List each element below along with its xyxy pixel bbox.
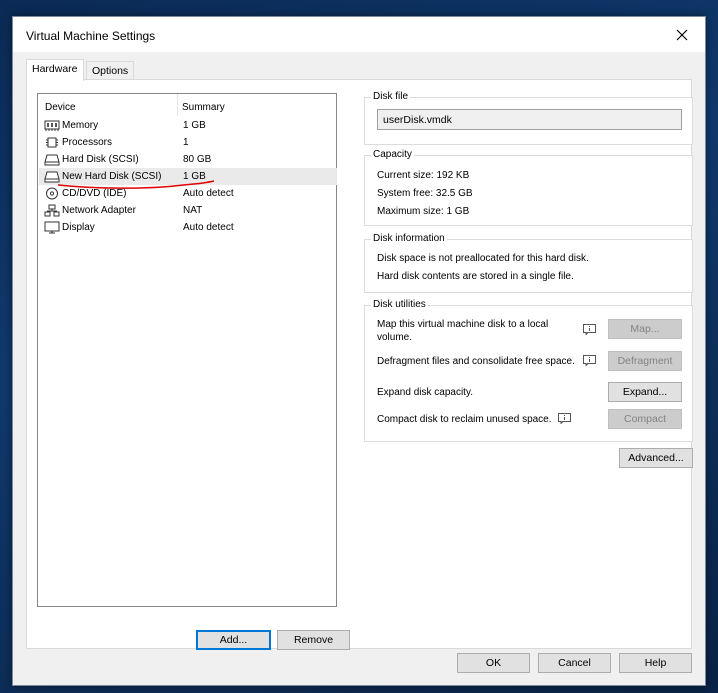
- maximum-size: Maximum size: 1 GB: [377, 206, 470, 217]
- device-list[interactable]: Device Summary Memory 1 GB Processors 1 …: [37, 93, 337, 607]
- hardware-panel: Device Summary Memory 1 GB Processors 1 …: [26, 79, 693, 650]
- capacity-legend: Capacity: [371, 149, 414, 160]
- cancel-button[interactable]: Cancel: [538, 653, 611, 673]
- defragment-description: Defragment files and consolidate free sp…: [377, 356, 575, 367]
- device-name: Display: [62, 222, 95, 233]
- column-device[interactable]: Device: [45, 102, 76, 113]
- remove-button[interactable]: Remove: [277, 630, 350, 650]
- advanced-button[interactable]: Advanced...: [619, 448, 693, 468]
- hard-disk-icon: [44, 154, 60, 166]
- map-description-line-2: volume.: [377, 332, 413, 343]
- ok-button[interactable]: OK: [457, 653, 530, 673]
- device-row-display[interactable]: Display Auto detect: [39, 219, 337, 236]
- compact-button[interactable]: Compact: [608, 409, 682, 429]
- display-icon: [44, 221, 60, 234]
- device-list-header: Device Summary: [38, 94, 336, 116]
- device-name: Hard Disk (SCSI): [62, 154, 139, 165]
- column-summary[interactable]: Summary: [182, 102, 225, 113]
- capacity-group: Capacity Current size: 192 KB System fre…: [364, 149, 693, 226]
- disk-file-group: Disk file userDisk.vmdk: [364, 91, 693, 145]
- info-icon[interactable]: [583, 355, 596, 366]
- device-summary: NAT: [183, 205, 203, 216]
- device-name: Network Adapter: [62, 205, 136, 216]
- expand-description: Expand disk capacity.: [377, 387, 473, 398]
- system-free: System free: 32.5 GB: [377, 188, 473, 199]
- disk-information-legend: Disk information: [371, 233, 447, 244]
- column-separator: [177, 94, 178, 116]
- network-adapter-icon: [44, 204, 60, 217]
- disk-information-group: Disk information Disk space is not preal…: [364, 233, 693, 293]
- map-description-line-1: Map this virtual machine disk to a local: [377, 319, 549, 330]
- disk-info-line-1: Disk space is not preallocated for this …: [377, 253, 589, 264]
- compact-description: Compact disk to reclaim unused space.: [377, 414, 552, 425]
- device-summary: 1 GB: [183, 120, 206, 131]
- current-size: Current size: 192 KB: [377, 170, 470, 181]
- device-row-processors[interactable]: Processors 1: [39, 134, 337, 151]
- close-icon[interactable]: [659, 17, 705, 52]
- device-name: Processors: [62, 137, 113, 148]
- device-name: Memory: [62, 120, 99, 131]
- vm-settings-dialog: Virtual Machine Settings Hardware Option…: [12, 16, 706, 686]
- device-summary: Auto detect: [183, 222, 234, 233]
- help-button[interactable]: Help: [619, 653, 692, 673]
- expand-button[interactable]: Expand...: [608, 382, 682, 402]
- processor-icon: [46, 137, 58, 148]
- red-underline-annotation: [57, 180, 215, 189]
- device-summary: 1: [183, 137, 189, 148]
- device-summary: 80 GB: [183, 154, 212, 165]
- memory-icon: [44, 120, 60, 131]
- device-row-hard-disk[interactable]: Hard Disk (SCSI) 80 GB: [39, 151, 337, 168]
- disk-utilities-group: Disk utilities Map this virtual machine …: [364, 299, 693, 442]
- map-button[interactable]: Map...: [608, 319, 682, 339]
- defragment-button[interactable]: Defragment: [608, 351, 682, 371]
- add-button[interactable]: Add...: [196, 630, 271, 650]
- title-bar: Virtual Machine Settings: [13, 17, 705, 52]
- tab-options[interactable]: Options: [86, 61, 135, 81]
- device-row-memory[interactable]: Memory 1 GB: [39, 117, 337, 134]
- window-title: Virtual Machine Settings: [26, 29, 156, 43]
- disk-file-field[interactable]: userDisk.vmdk: [377, 109, 682, 130]
- device-row-network-adapter[interactable]: Network Adapter NAT: [39, 202, 337, 219]
- info-icon[interactable]: [558, 413, 571, 424]
- tab-hardware[interactable]: Hardware: [26, 59, 84, 81]
- disk-info-line-2: Hard disk contents are stored in a singl…: [377, 271, 574, 282]
- disk-file-legend: Disk file: [371, 91, 411, 102]
- info-icon[interactable]: [583, 324, 596, 335]
- disk-utilities-legend: Disk utilities: [371, 299, 428, 310]
